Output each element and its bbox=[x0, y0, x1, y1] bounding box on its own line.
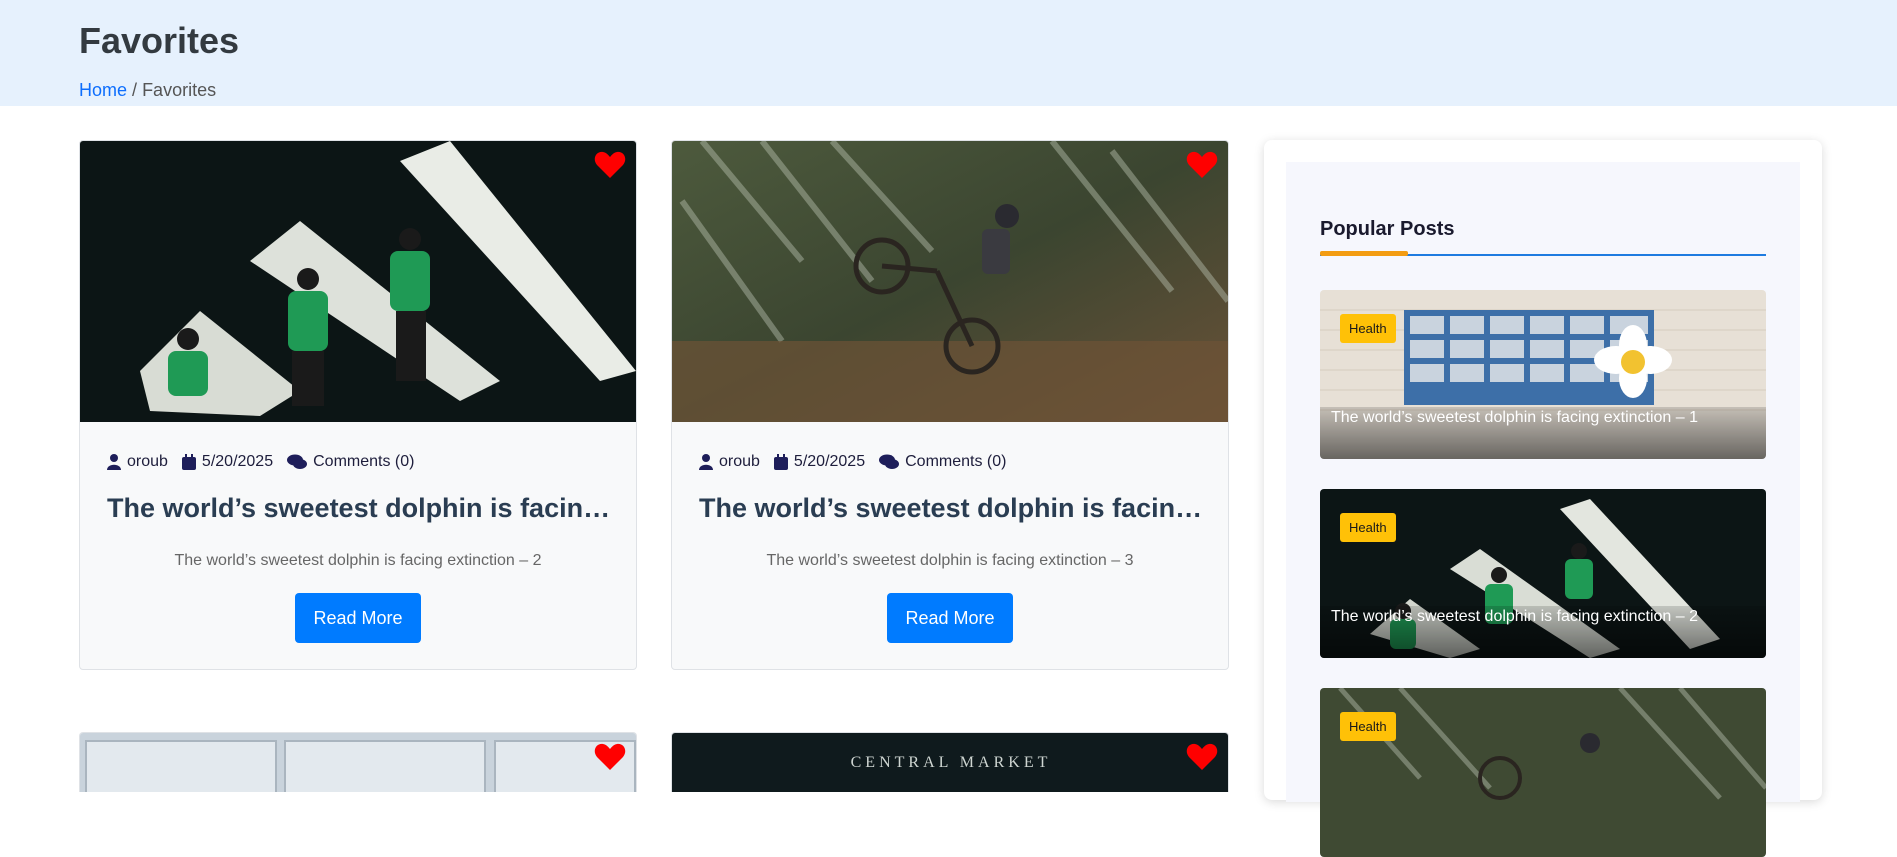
user-icon bbox=[107, 454, 121, 470]
heart-icon[interactable] bbox=[594, 151, 626, 179]
breadcrumb-separator: / bbox=[132, 80, 138, 100]
read-more-button[interactable]: Read More bbox=[295, 593, 421, 643]
calendar-icon bbox=[773, 454, 788, 470]
favorite-card: oroub 5/20/2025 Comments (0) The world’s… bbox=[671, 140, 1229, 670]
page-header: Favorites Home / Favorites bbox=[0, 0, 1897, 106]
category-badge[interactable]: Health bbox=[1340, 314, 1396, 343]
card-excerpt: The world’s sweetest dolphin is facing e… bbox=[174, 552, 542, 569]
heart-icon[interactable] bbox=[1186, 151, 1218, 179]
favorite-card[interactable] bbox=[79, 732, 637, 792]
date-meta: 5/20/2025 bbox=[773, 453, 866, 471]
comments-icon bbox=[879, 454, 900, 469]
comments-count: Comments (0) bbox=[905, 453, 1007, 470]
heart-icon[interactable] bbox=[594, 743, 626, 771]
comments-count: Comments (0) bbox=[313, 453, 415, 470]
favorite-card: oroub 5/20/2025 Comments (0) The world’s… bbox=[79, 140, 637, 670]
calendar-icon bbox=[181, 454, 196, 470]
comments-meta[interactable]: Comments (0) bbox=[287, 453, 414, 471]
favorite-card[interactable]: CENTRAL MARKET bbox=[671, 732, 1229, 792]
author-meta[interactable]: oroub bbox=[107, 453, 168, 471]
card-title[interactable]: The world’s sweetest dolphin is facing e… bbox=[107, 493, 611, 524]
popular-post-title[interactable]: The world’s sweetest dolphin is facing e… bbox=[1331, 409, 1698, 427]
category-badge[interactable]: Health bbox=[1340, 513, 1396, 542]
popular-posts-title: Popular Posts bbox=[1320, 218, 1455, 240]
sidebar-panel: Popular Posts Health The world’s sweetes… bbox=[1286, 162, 1800, 857]
post-date: 5/20/2025 bbox=[793, 453, 866, 470]
card-excerpt: The world’s sweetest dolphin is facing e… bbox=[766, 552, 1134, 569]
user-icon bbox=[699, 454, 713, 470]
popular-post[interactable]: Health The world’s sweetest dolphin is f… bbox=[1320, 290, 1766, 459]
category-badge[interactable]: Health bbox=[1340, 712, 1396, 741]
breadcrumb-home-link[interactable]: Home bbox=[79, 80, 127, 100]
card-meta: oroub 5/20/2025 Comments (0) bbox=[107, 453, 414, 471]
author-name: oroub bbox=[719, 453, 760, 470]
popular-post[interactable]: Health The world’s sweetest dolphin is f… bbox=[1320, 489, 1766, 658]
heart-icon[interactable] bbox=[1186, 743, 1218, 771]
date-meta: 5/20/2025 bbox=[181, 453, 274, 471]
comments-meta[interactable]: Comments (0) bbox=[879, 453, 1006, 471]
post-date: 5/20/2025 bbox=[201, 453, 274, 470]
title-accent bbox=[1320, 251, 1408, 256]
author-meta[interactable]: oroub bbox=[699, 453, 760, 471]
popular-post[interactable]: Health bbox=[1320, 688, 1766, 857]
popular-posts-sidebar: Popular Posts Health The world’s sweetes… bbox=[1264, 140, 1822, 857]
author-name: oroub bbox=[127, 453, 168, 470]
popular-post-title[interactable]: The world’s sweetest dolphin is facing e… bbox=[1331, 608, 1698, 626]
page-title: Favorites bbox=[79, 20, 240, 61]
card-meta: oroub 5/20/2025 Comments (0) bbox=[699, 453, 1006, 471]
breadcrumb: Home / Favorites bbox=[79, 80, 216, 101]
read-more-button[interactable]: Read More bbox=[887, 593, 1013, 643]
card-image[interactable] bbox=[672, 141, 1228, 422]
market-sign-text: CENTRAL MARKET bbox=[850, 754, 1052, 771]
comments-icon bbox=[287, 454, 308, 469]
card-title[interactable]: The world’s sweetest dolphin is facing e… bbox=[699, 493, 1203, 524]
card-image[interactable] bbox=[80, 141, 636, 422]
breadcrumb-current: Favorites bbox=[142, 80, 217, 100]
